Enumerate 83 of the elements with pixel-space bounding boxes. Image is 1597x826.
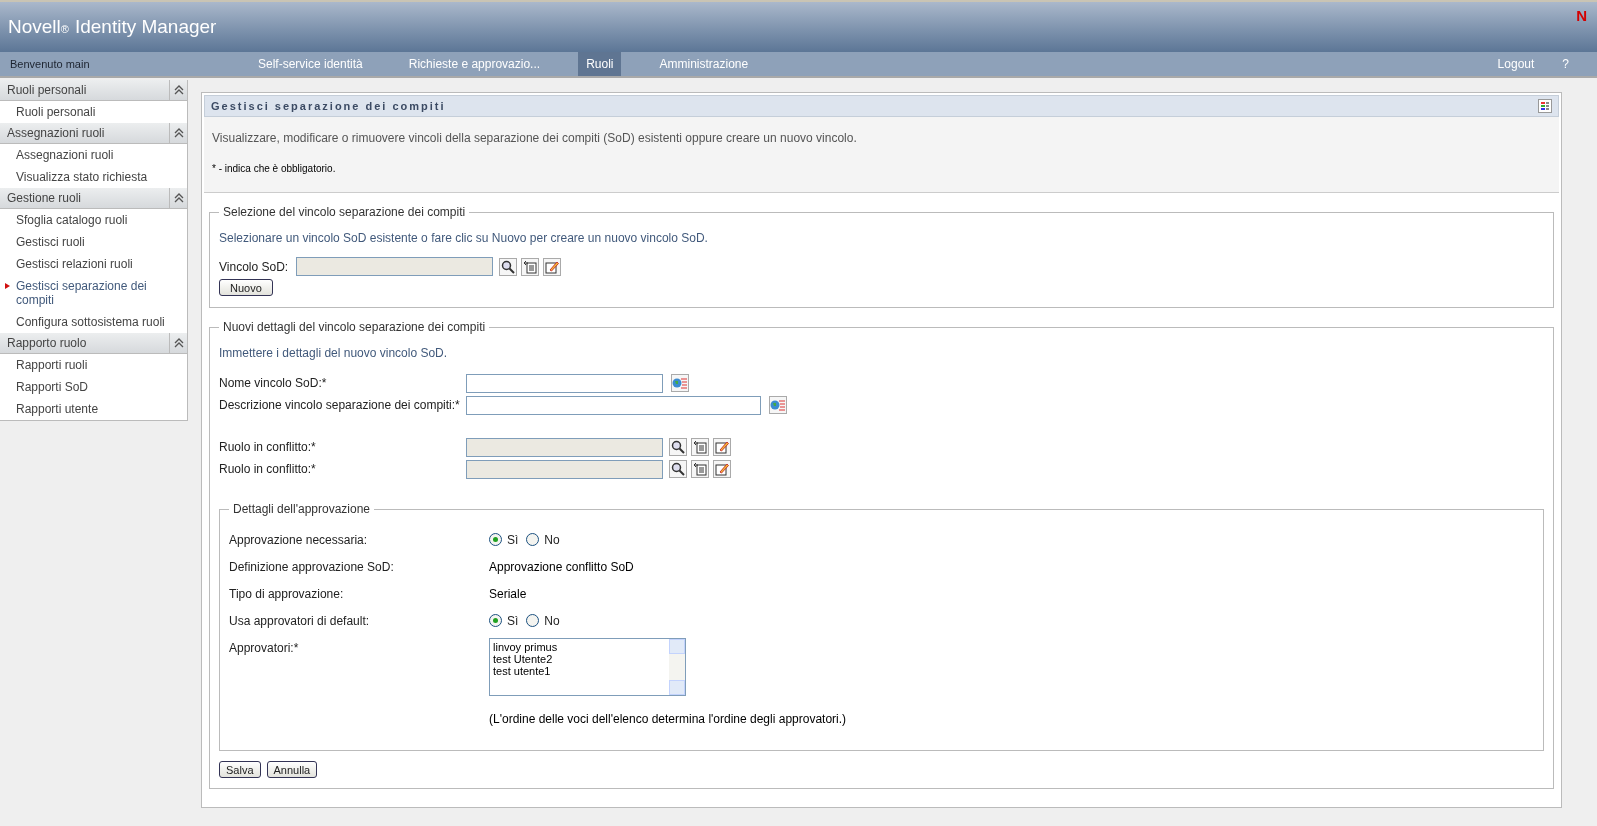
approvers-listbox[interactable]: linvoy primus test Utente2 test utente1 <box>489 638 686 696</box>
sidebar-link[interactable]: Sfoglia catalogo ruoli <box>16 213 183 227</box>
required-note: * - indica che è obbligatorio. <box>212 162 337 176</box>
section-title: Gestione ruoli <box>7 190 82 207</box>
sidebar-link[interactable]: Visualizza stato richiesta <box>16 170 183 184</box>
text-input[interactable] <box>466 373 663 393</box>
sidebar-link[interactable]: Ruoli personali <box>16 105 183 119</box>
grid-icon[interactable] <box>1538 99 1552 113</box>
radio-label: Sì <box>507 612 519 630</box>
field-label: Usa approvatori di default: <box>229 613 371 630</box>
list-option[interactable]: test utente1 <box>493 665 666 677</box>
brand-name: Novell <box>8 14 61 39</box>
registered-mark: ® <box>60 22 69 37</box>
field-label: Nome vincolo SoD:* <box>219 375 328 392</box>
field-label: Tipo di approvazione: <box>229 586 345 603</box>
section-title: Rapporto ruolo <box>7 335 87 352</box>
pencil-icon[interactable] <box>545 259 560 274</box>
sidebar-section-header[interactable]: Rapporto ruolo <box>0 333 187 354</box>
panel-description: Visualizzare, modificare o rimuovere vincoli della separazione dei compiti (SoD) esistenti oppure creare un nuovo vincolo. <box>212 130 858 147</box>
field-label: Definizione approvazione SoD: <box>229 559 395 576</box>
field-label: Descrizione vincolo separazione dei compiti:* <box>219 397 461 414</box>
collapse-icon[interactable] <box>173 128 184 138</box>
fieldset-legend: Dettagli dell'approvazione <box>229 500 375 518</box>
search-icon[interactable] <box>501 259 516 274</box>
list-note: (L'ordine delle voci dell'elenco determina l'ordine degli approvatori.) <box>489 711 847 728</box>
search-icon[interactable] <box>671 462 685 476</box>
text-input[interactable] <box>296 257 494 276</box>
field-label: Approvatori:* <box>229 640 300 657</box>
list-arrow-icon[interactable] <box>693 462 707 476</box>
field-value: Approvazione conflitto SoD <box>489 558 634 576</box>
field-label: Ruolo in conflitto:* <box>219 439 317 456</box>
list-option[interactable]: test Utente2 <box>493 653 666 665</box>
form-button[interactable]: Salva <box>219 761 261 778</box>
sidebar-link[interactable]: Rapporti ruoli <box>16 358 183 372</box>
radio-button[interactable] <box>489 533 502 546</box>
sidebar-link[interactable]: Rapporti utente <box>16 402 183 416</box>
form-button[interactable]: Annulla <box>266 761 318 778</box>
sidebar-section-header[interactable]: Ruoli personali <box>0 80 187 101</box>
text-input[interactable] <box>466 459 663 479</box>
selected-arrow-icon <box>5 283 10 289</box>
sidebar-link[interactable]: Gestisci relazioni ruoli <box>16 257 183 271</box>
pencil-icon[interactable] <box>715 462 729 476</box>
sidebar-link[interactable]: Assegnazioni ruoli <box>16 148 183 162</box>
sidebar-link[interactable]: Gestisci separazione dei compiti <box>16 279 183 307</box>
fieldset-legend: Selezione del vincolo separazione dei compiti <box>219 203 470 221</box>
sidebar-section-header[interactable]: Assegnazioni ruoli <box>0 123 187 144</box>
sidebar-link[interactable]: Rapporti SoD <box>16 380 183 394</box>
radio-button[interactable] <box>489 614 502 627</box>
sidebar-link[interactable]: Gestisci ruoli <box>16 235 183 249</box>
collapse-icon[interactable] <box>173 338 184 348</box>
radio-label: No <box>544 612 560 630</box>
sidebar-section-header[interactable]: Gestione ruoli <box>0 188 187 209</box>
panel-title: Gestisci separazione dei compiti <box>211 98 446 114</box>
hint-text: Selezionare un vincolo SoD esistente o fare clic su Nuovo per creare un nuovo vincolo SoD. <box>219 230 709 247</box>
sidebar-link[interactable]: Configura sottosistema ruoli <box>16 315 183 329</box>
fieldset-legend: Nuovi dettagli del vincolo separazione dei compiti <box>219 318 490 336</box>
radio-label: Sì <box>507 531 519 549</box>
field-label: Ruolo in conflitto:* <box>219 461 317 478</box>
globe-list-icon[interactable] <box>672 375 688 391</box>
field-label: Approvazione necessaria: <box>229 532 369 549</box>
radio-label: No <box>544 531 560 549</box>
field-label: Vincolo SoD: <box>219 258 289 276</box>
product-name: Identity Manager <box>74 14 217 39</box>
collapse-icon[interactable] <box>173 193 184 203</box>
collapse-icon[interactable] <box>173 85 184 95</box>
text-input[interactable] <box>466 437 663 457</box>
radio-button[interactable] <box>526 614 540 627</box>
globe-list-icon[interactable] <box>770 397 786 413</box>
hint-text: Immettere i dettagli del nuovo vincolo SoD. <box>219 345 449 362</box>
new-button[interactable]: Nuovo <box>219 279 273 296</box>
logo: N <box>1576 6 1588 26</box>
welcome-text: Benvenuto main <box>9 56 91 72</box>
scrollbar[interactable] <box>669 639 685 695</box>
list-arrow-icon[interactable] <box>693 440 707 454</box>
search-icon[interactable] <box>671 440 685 454</box>
pencil-icon[interactable] <box>715 440 729 454</box>
text-input[interactable] <box>466 395 761 415</box>
section-title: Assegnazioni ruoli <box>7 125 105 142</box>
field-value: Seriale <box>489 585 527 603</box>
nav-tab[interactable]: Ruoli <box>578 52 622 76</box>
list-option[interactable]: linvoy primus <box>493 641 666 653</box>
section-title: Ruoli personali <box>7 82 87 99</box>
radio-button[interactable] <box>526 533 540 546</box>
